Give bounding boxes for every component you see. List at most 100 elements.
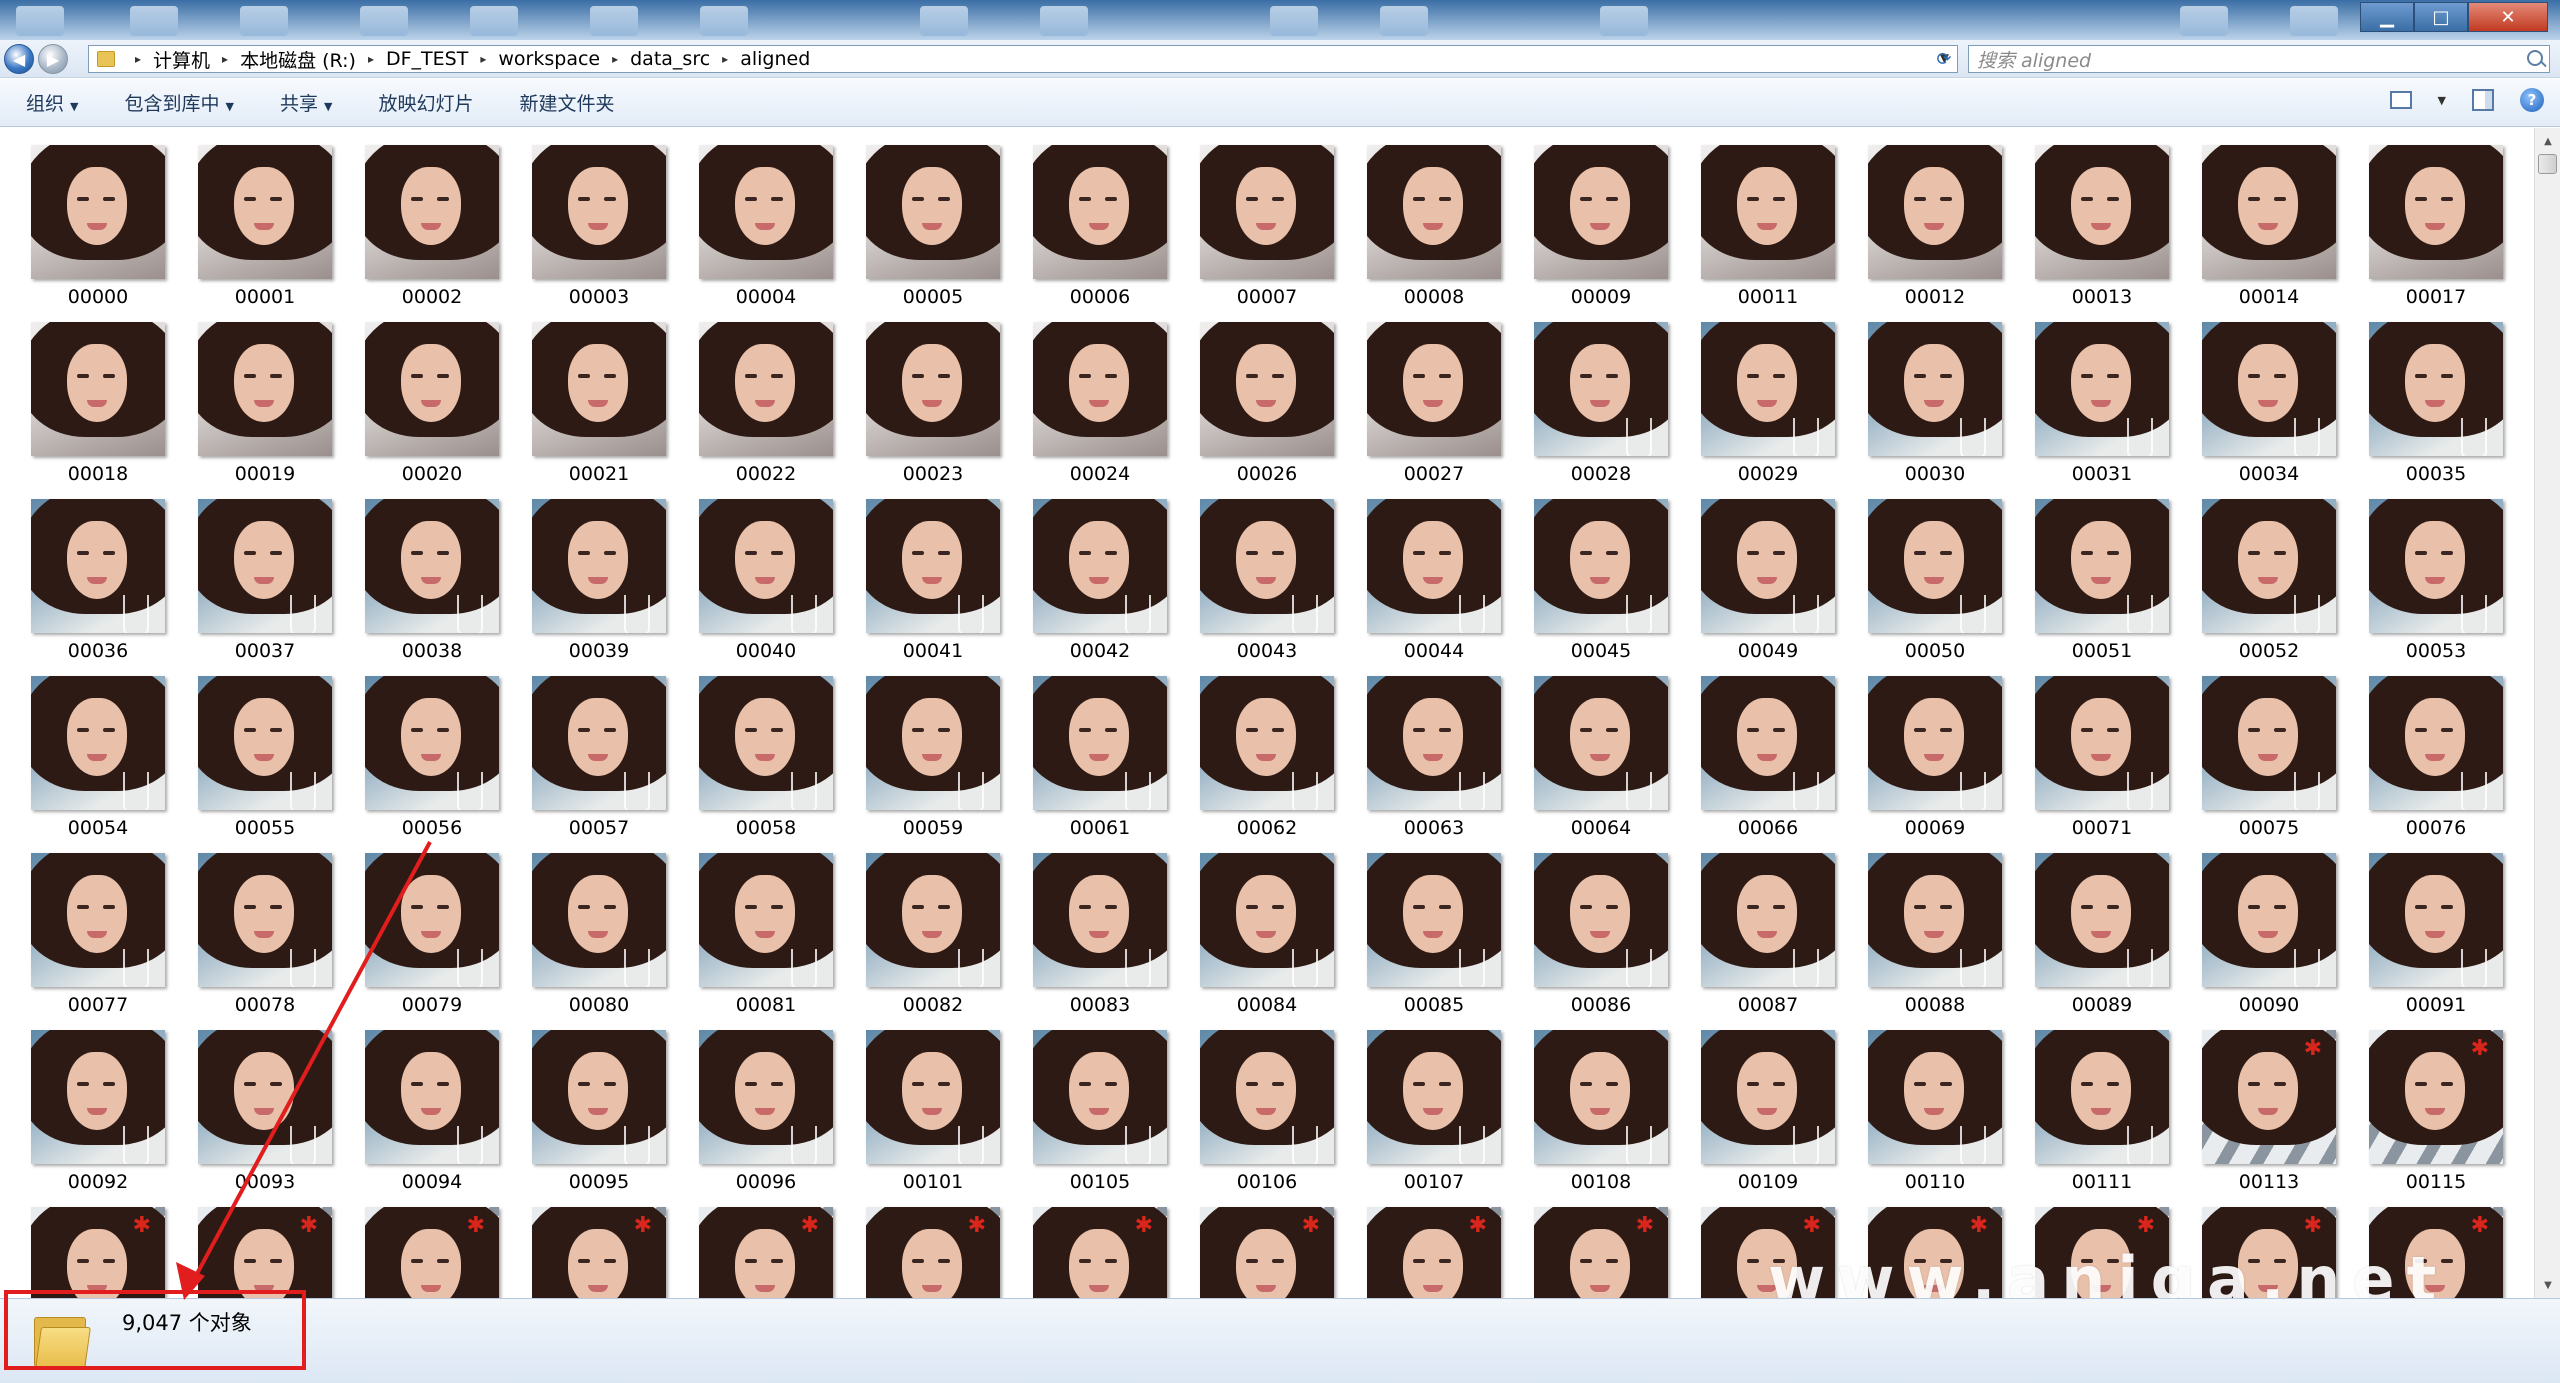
file-item[interactable]: ✱ 00113 xyxy=(2202,1030,2336,1207)
file-item[interactable]: ✱ 00011 xyxy=(1701,145,1835,322)
image-thumbnail[interactable]: ✱ xyxy=(1701,676,1835,810)
file-item[interactable]: ✱ 00014 xyxy=(2202,145,2336,322)
image-thumbnail[interactable]: ✱ xyxy=(198,322,332,456)
image-thumbnail[interactable]: ✱ xyxy=(699,145,833,279)
image-thumbnail[interactable]: ✱ xyxy=(2202,1030,2336,1164)
view-options-icon[interactable] xyxy=(2389,91,2412,109)
image-thumbnail[interactable]: ✱ xyxy=(1701,1030,1835,1164)
file-item[interactable]: ✱ 00052 xyxy=(2202,499,2336,676)
image-thumbnail[interactable]: ✱ xyxy=(1033,1030,1167,1164)
file-item[interactable]: ✱ xyxy=(31,1207,165,1298)
file-item[interactable]: ✱ 00027 xyxy=(1367,322,1501,499)
file-item[interactable]: ✱ 00079 xyxy=(365,853,499,1030)
file-item[interactable]: ✱ 00115 xyxy=(2369,1030,2503,1207)
chevron-right-icon[interactable]: ▸ xyxy=(480,52,486,66)
file-item[interactable]: ✱ 00002 xyxy=(365,145,499,322)
file-item[interactable]: ✱ 00078 xyxy=(198,853,332,1030)
file-item[interactable]: ✱ 00012 xyxy=(1868,145,2002,322)
file-item[interactable]: ✱ 00026 xyxy=(1200,322,1334,499)
image-thumbnail[interactable]: ✱ xyxy=(699,676,833,810)
file-item[interactable]: ✱ 00088 xyxy=(1868,853,2002,1030)
back-button[interactable]: ◀ xyxy=(4,44,34,74)
image-thumbnail[interactable]: ✱ xyxy=(866,1207,1000,1298)
file-item[interactable]: ✱ 00107 xyxy=(1367,1030,1501,1207)
file-item[interactable]: ✱ 00057 xyxy=(532,676,666,853)
image-thumbnail[interactable]: ✱ xyxy=(365,499,499,633)
chevron-right-icon[interactable]: ▸ xyxy=(222,52,228,66)
help-icon[interactable]: ? xyxy=(2520,88,2544,112)
file-item[interactable]: ✱ 00004 xyxy=(699,145,833,322)
file-item[interactable]: ✱ 00021 xyxy=(532,322,666,499)
new-folder-button[interactable]: 新建文件夹 xyxy=(519,89,614,116)
image-thumbnail[interactable]: ✱ xyxy=(1701,322,1835,456)
image-thumbnail[interactable]: ✱ xyxy=(1868,676,2002,810)
image-thumbnail[interactable]: ✱ xyxy=(532,499,666,633)
image-thumbnail[interactable]: ✱ xyxy=(2369,1030,2503,1164)
image-thumbnail[interactable]: ✱ xyxy=(1701,145,1835,279)
image-thumbnail[interactable]: ✱ xyxy=(1367,322,1501,456)
slideshow-button[interactable]: 放映幻灯片 xyxy=(378,89,473,116)
image-thumbnail[interactable]: ✱ xyxy=(532,853,666,987)
file-item[interactable]: ✱ xyxy=(699,1207,833,1298)
file-item[interactable]: ✱ 00000 xyxy=(31,145,165,322)
close-button[interactable]: ✕ xyxy=(2468,2,2548,32)
file-item[interactable]: ✱ 00063 xyxy=(1367,676,1501,853)
file-item[interactable]: ✱ 00081 xyxy=(699,853,833,1030)
file-item[interactable]: ✱ 00059 xyxy=(866,676,1000,853)
image-thumbnail[interactable]: ✱ xyxy=(532,322,666,456)
image-thumbnail[interactable]: ✱ xyxy=(1033,499,1167,633)
image-thumbnail[interactable]: ✱ xyxy=(1200,1207,1334,1298)
image-thumbnail[interactable]: ✱ xyxy=(31,322,165,456)
file-item[interactable]: ✱ 00055 xyxy=(198,676,332,853)
breadcrumb-drive[interactable]: 本地磁盘 (R:) xyxy=(240,46,356,73)
image-thumbnail[interactable]: ✱ xyxy=(2035,676,2169,810)
image-thumbnail[interactable]: ✱ xyxy=(1200,322,1334,456)
file-item[interactable]: ✱ xyxy=(198,1207,332,1298)
file-item[interactable]: ✱ 00039 xyxy=(532,499,666,676)
image-thumbnail[interactable]: ✱ xyxy=(699,853,833,987)
file-item[interactable]: ✱ 00035 xyxy=(2369,322,2503,499)
image-thumbnail[interactable]: ✱ xyxy=(1033,676,1167,810)
search-icon[interactable] xyxy=(2527,50,2543,66)
image-thumbnail[interactable]: ✱ xyxy=(866,1030,1000,1164)
file-item[interactable]: ✱ 00007 xyxy=(1200,145,1334,322)
image-thumbnail[interactable]: ✱ xyxy=(2035,1030,2169,1164)
image-thumbnail[interactable]: ✱ xyxy=(1200,145,1334,279)
image-thumbnail[interactable]: ✱ xyxy=(365,1207,499,1298)
image-thumbnail[interactable]: ✱ xyxy=(2369,853,2503,987)
file-item[interactable]: ✱ 00061 xyxy=(1033,676,1167,853)
image-thumbnail[interactable]: ✱ xyxy=(2035,145,2169,279)
image-thumbnail[interactable]: ✱ xyxy=(1033,1207,1167,1298)
image-thumbnail[interactable]: ✱ xyxy=(198,145,332,279)
file-item[interactable]: ✱ 00076 xyxy=(2369,676,2503,853)
file-item[interactable]: ✱ 00017 xyxy=(2369,145,2503,322)
image-thumbnail[interactable]: ✱ xyxy=(365,1030,499,1164)
image-thumbnail[interactable]: ✱ xyxy=(1200,853,1334,987)
breadcrumb-computer[interactable]: 计算机 xyxy=(153,46,210,73)
file-item[interactable]: ✱ 00054 xyxy=(31,676,165,853)
file-item[interactable]: ✱ 00008 xyxy=(1367,145,1501,322)
file-item[interactable]: ✱ xyxy=(365,1207,499,1298)
file-item[interactable]: ✱ 00069 xyxy=(1868,676,2002,853)
file-item[interactable]: ✱ 00006 xyxy=(1033,145,1167,322)
file-item[interactable]: ✱ 00045 xyxy=(1534,499,1668,676)
file-item[interactable]: ✱ 00022 xyxy=(699,322,833,499)
image-thumbnail[interactable]: ✱ xyxy=(2202,322,2336,456)
scroll-up-icon[interactable]: ▲ xyxy=(2537,130,2559,152)
file-item[interactable]: ✱ xyxy=(866,1207,1000,1298)
file-item[interactable]: ✱ 00071 xyxy=(2035,676,2169,853)
file-item[interactable]: ✱ xyxy=(1200,1207,1334,1298)
image-thumbnail[interactable]: ✱ xyxy=(1534,145,1668,279)
image-thumbnail[interactable]: ✱ xyxy=(1200,1030,1334,1164)
image-thumbnail[interactable]: ✱ xyxy=(2035,853,2169,987)
file-item[interactable]: ✱ 00024 xyxy=(1033,322,1167,499)
image-thumbnail[interactable]: ✱ xyxy=(31,145,165,279)
file-item[interactable]: ✱ 00090 xyxy=(2202,853,2336,1030)
image-thumbnail[interactable]: ✱ xyxy=(1367,1207,1501,1298)
forward-button[interactable]: ▶ xyxy=(38,44,68,74)
file-item[interactable]: ✱ 00001 xyxy=(198,145,332,322)
file-item[interactable]: ✱ 00018 xyxy=(31,322,165,499)
file-item[interactable]: ✱ 00066 xyxy=(1701,676,1835,853)
file-item[interactable]: ✱ 00020 xyxy=(365,322,499,499)
image-thumbnail[interactable]: ✱ xyxy=(1701,499,1835,633)
